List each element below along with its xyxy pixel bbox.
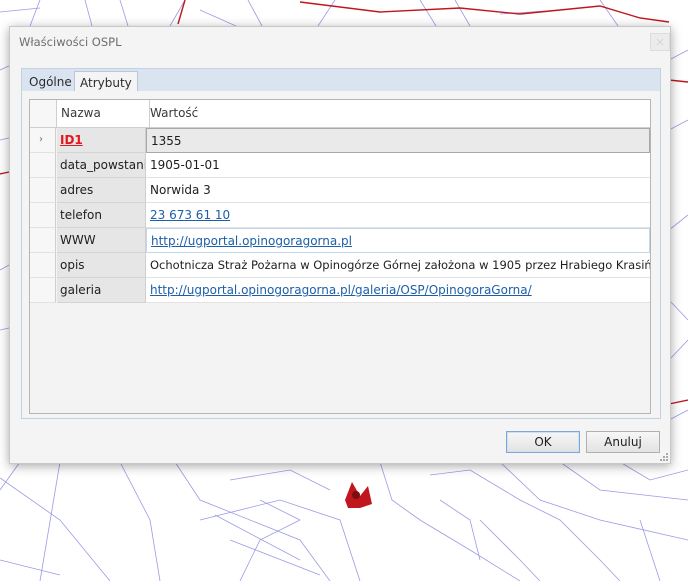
- attribute-value[interactable]: 23 673 61 10: [146, 203, 650, 228]
- cancel-button[interactable]: Anuluj: [586, 431, 660, 453]
- attribute-value[interactable]: Ochotnicza Straż Pożarna w Opinogórze Gó…: [146, 253, 650, 278]
- attribute-name: data_powstania: [57, 153, 146, 178]
- table-row[interactable]: › ID1 1355: [30, 128, 650, 153]
- www-link[interactable]: http://ugportal.opinogoragorna.pl: [151, 234, 352, 248]
- row-selector[interactable]: [30, 153, 56, 178]
- table-row[interactable]: adres Norwida 3: [30, 178, 650, 203]
- properties-dialog: Właściwości OSPL Ogólne Atrybuty Nazwa W…: [9, 26, 671, 464]
- row-selector[interactable]: [30, 228, 56, 253]
- table-row[interactable]: galeria http://ugportal.opinogoragorna.p…: [30, 278, 650, 303]
- column-header-name[interactable]: Nazwa: [57, 100, 150, 127]
- row-selector-header[interactable]: [30, 100, 57, 127]
- dialog-title: Właściwości OSPL: [19, 35, 122, 49]
- attribute-name: opis: [57, 253, 146, 278]
- attribute-name: adres: [57, 178, 146, 203]
- row-selector[interactable]: [30, 203, 56, 228]
- attribute-name-id: ID1: [60, 133, 83, 147]
- chevron-right-icon: ›: [39, 134, 43, 145]
- attribute-value[interactable]: http://ugportal.opinogoragorna.pl/galeri…: [146, 278, 650, 303]
- close-button[interactable]: [650, 33, 670, 51]
- gallery-link[interactable]: http://ugportal.opinogoragorna.pl/galeri…: [150, 283, 532, 297]
- ok-button[interactable]: OK: [506, 431, 580, 453]
- row-selector[interactable]: ›: [30, 128, 56, 153]
- tab-general[interactable]: Ogólne: [24, 71, 77, 93]
- table-row[interactable]: WWW http://ugportal.opinogoragorna.pl: [30, 228, 650, 253]
- row-selector[interactable]: [30, 278, 56, 303]
- resize-grip-icon[interactable]: [659, 452, 669, 462]
- attribute-name: ID1: [57, 128, 146, 153]
- osp-marker-icon: [345, 482, 372, 508]
- attribute-value[interactable]: http://ugportal.opinogoragorna.pl: [146, 228, 650, 253]
- table-row[interactable]: data_powstania 1905-01-01: [30, 153, 650, 178]
- row-selector[interactable]: [30, 253, 56, 278]
- attribute-value[interactable]: 1905-01-01: [146, 153, 650, 178]
- close-icon: [656, 38, 664, 46]
- title-bar[interactable]: Właściwości OSPL: [10, 27, 670, 57]
- attributes-grid: Nazwa Wartość › ID1 1355 data_powstania …: [29, 99, 651, 414]
- attribute-name: galeria: [57, 278, 146, 303]
- attribute-name: telefon: [57, 203, 146, 228]
- attribute-value[interactable]: Norwida 3: [146, 178, 650, 203]
- row-selector[interactable]: [30, 178, 56, 203]
- table-row[interactable]: opis Ochotnicza Straż Pożarna w Opinogór…: [30, 253, 650, 278]
- phone-link[interactable]: 23 673 61 10: [150, 208, 230, 222]
- attribute-value[interactable]: 1355: [146, 128, 650, 153]
- grid-header: Nazwa Wartość: [30, 100, 650, 128]
- table-row[interactable]: telefon 23 673 61 10: [30, 203, 650, 228]
- attribute-name: WWW: [57, 228, 146, 253]
- tab-strip: Ogólne Atrybuty: [21, 68, 661, 93]
- tab-attributes[interactable]: Atrybuty: [74, 71, 138, 93]
- column-header-value[interactable]: Wartość: [146, 100, 650, 127]
